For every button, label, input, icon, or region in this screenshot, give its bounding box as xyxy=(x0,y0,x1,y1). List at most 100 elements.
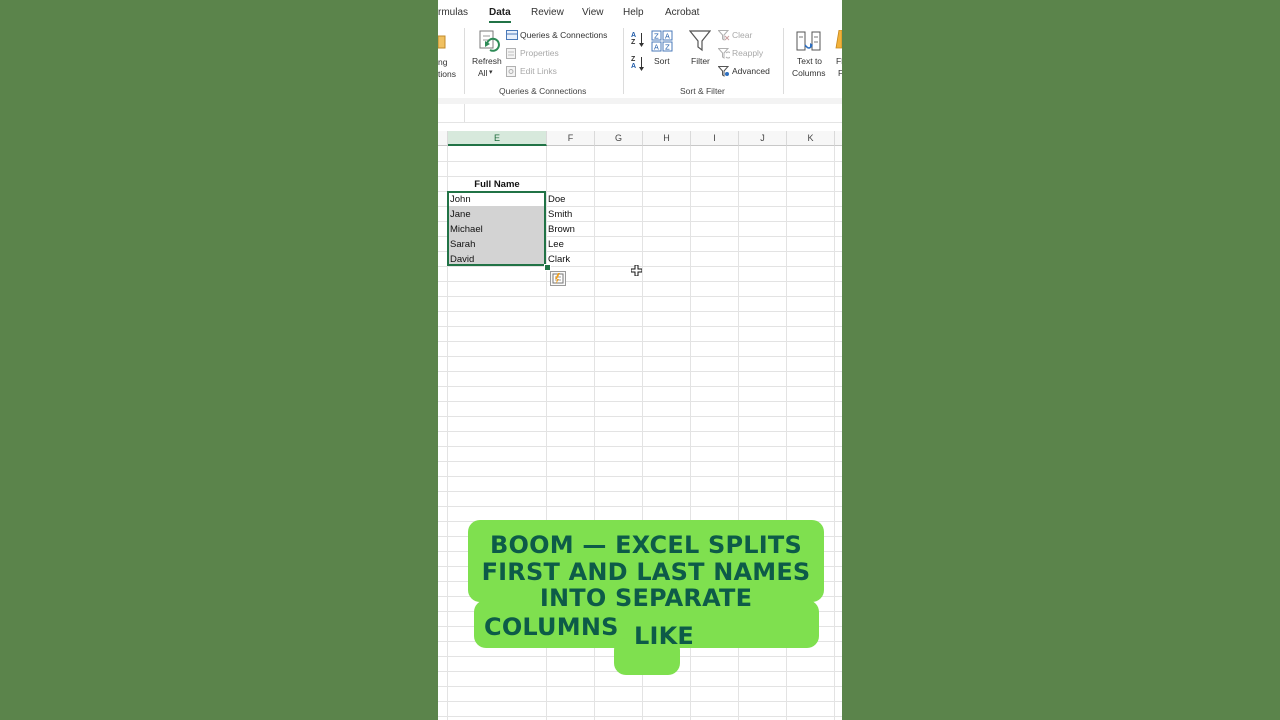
ribbon-separator xyxy=(623,28,624,94)
refresh-label-all: All xyxy=(478,68,488,78)
gridline xyxy=(438,716,842,717)
flash-fill-options-button[interactable] xyxy=(550,271,566,286)
video-caption: BOOM — EXCEL SPLITS FIRST AND LAST NAMES… xyxy=(468,520,824,680)
gridline xyxy=(438,281,842,282)
sort-za-bottom: A xyxy=(631,63,637,70)
sort-a-to-z-button[interactable]: A Z xyxy=(631,32,645,48)
sort-dialog-icon: Z A A Z xyxy=(651,30,673,52)
flash-fill-label-1[interactable]: Fl xyxy=(836,56,842,66)
cell-last-name[interactable]: Smith xyxy=(548,207,572,222)
column-header-j[interactable]: J xyxy=(739,131,787,146)
text-to-columns-icon xyxy=(796,31,821,51)
refresh-dropdown-arrow: ▾ xyxy=(489,69,493,76)
gridline xyxy=(438,371,842,372)
caption-line-1: BOOM — EXCEL SPLITS xyxy=(490,531,802,559)
sort-descending-arrow-icon xyxy=(639,57,644,71)
refresh-label: Refresh xyxy=(472,56,502,66)
sort-az-bottom: Z xyxy=(631,39,636,46)
gridline xyxy=(438,701,842,702)
queries-connections-label: Queries & Connections xyxy=(520,30,608,40)
column-header-partial xyxy=(835,131,842,146)
ribbon-separator xyxy=(783,28,784,94)
svg-text:A: A xyxy=(654,44,659,52)
formula-bar[interactable] xyxy=(438,104,842,123)
gridline xyxy=(438,161,842,162)
svg-text:Z: Z xyxy=(665,44,670,52)
caption-line-3: INTO SEPARATE xyxy=(539,584,753,612)
gridline xyxy=(438,386,842,387)
gridline xyxy=(438,401,842,402)
refresh-icon xyxy=(479,30,500,52)
reapply-filter-icon xyxy=(718,48,730,59)
fill-handle[interactable] xyxy=(544,264,551,271)
flash-fill-icon xyxy=(835,30,842,49)
sort-z-to-a-button[interactable]: Z A xyxy=(631,56,645,72)
get-data-label-2[interactable]: tions xyxy=(438,69,456,79)
sort-az-top: A xyxy=(631,32,637,39)
cell-cursor-icon xyxy=(631,265,642,276)
tab-formulas[interactable]: rmulas xyxy=(438,7,468,18)
ribbon-tabs: rmulas Data Review View Help Acrobat xyxy=(438,0,842,26)
gridline xyxy=(438,296,842,297)
clear-label: Clear xyxy=(732,30,753,40)
gridline xyxy=(438,341,842,342)
edit-links-label: Edit Links xyxy=(520,66,557,76)
tab-view[interactable]: View xyxy=(582,7,604,18)
filter-funnel-icon xyxy=(689,30,711,52)
get-data-icon xyxy=(438,35,446,49)
tab-help[interactable]: Help xyxy=(623,7,644,18)
tab-acrobat[interactable]: Acrobat xyxy=(665,7,699,18)
gridline xyxy=(438,461,842,462)
cell-e-header[interactable]: Full Name xyxy=(448,177,546,192)
flash-fill-label-2[interactable]: F xyxy=(838,68,842,78)
tab-data[interactable]: Data xyxy=(489,7,511,23)
column-header-e[interactable]: E xyxy=(448,131,547,146)
cell-last-name[interactable]: Doe xyxy=(548,192,565,207)
column-header-h[interactable]: H xyxy=(643,131,691,146)
svg-text:Z: Z xyxy=(654,33,659,41)
gridline xyxy=(438,446,842,447)
gridline xyxy=(438,326,842,327)
tab-review[interactable]: Review xyxy=(531,7,564,18)
gridline xyxy=(438,431,842,432)
gridline xyxy=(438,416,842,417)
text-to-columns-label-2: Columns xyxy=(792,68,826,78)
sort-ascending-arrow-icon xyxy=(639,33,644,47)
group-label-sort-filter: Sort & Filter xyxy=(680,86,725,96)
clear-filter-icon xyxy=(718,30,730,41)
queries-icon xyxy=(506,30,518,40)
gridline xyxy=(438,686,842,687)
select-all-corner[interactable] xyxy=(438,131,448,146)
gridline xyxy=(438,506,842,507)
gridline xyxy=(438,476,842,477)
column-header-g[interactable]: G xyxy=(595,131,643,146)
column-header-i[interactable]: I xyxy=(691,131,739,146)
sort-label: Sort xyxy=(654,56,670,66)
caption-line-4b: LIKE xyxy=(634,622,695,650)
properties-icon xyxy=(506,48,516,59)
gridline xyxy=(438,356,842,357)
selection-border xyxy=(447,191,546,266)
edit-links-icon xyxy=(506,66,516,77)
svg-text:A: A xyxy=(665,33,670,41)
cell-last-name[interactable]: Lee xyxy=(548,237,564,252)
properties-label: Properties xyxy=(520,48,559,58)
caption-line-4a: COLUMNS xyxy=(484,613,619,641)
flash-fill-options-icon xyxy=(552,273,564,284)
column-header-k[interactable]: K xyxy=(787,131,835,146)
text-to-columns-label-1: Text to xyxy=(797,56,823,66)
column-header-f[interactable]: F xyxy=(547,131,595,146)
ribbon-separator xyxy=(464,28,465,94)
gridline xyxy=(438,491,842,492)
ribbon-data: ng tions Refresh All ▾ Queries & Connect… xyxy=(438,24,842,99)
advanced-filter-icon xyxy=(718,66,730,77)
filter-label: Filter xyxy=(691,56,710,66)
caption-line-2: FIRST AND LAST NAMES xyxy=(481,558,811,586)
group-label-queries: Queries & Connections xyxy=(499,86,587,96)
gridline xyxy=(834,146,835,720)
cell-last-name[interactable]: Clark xyxy=(548,252,570,267)
get-data-label-1[interactable]: ng xyxy=(438,57,447,67)
sort-za-top: Z xyxy=(631,56,636,63)
cell-last-name[interactable]: Brown xyxy=(548,222,575,237)
advanced-label: Advanced xyxy=(732,66,770,76)
